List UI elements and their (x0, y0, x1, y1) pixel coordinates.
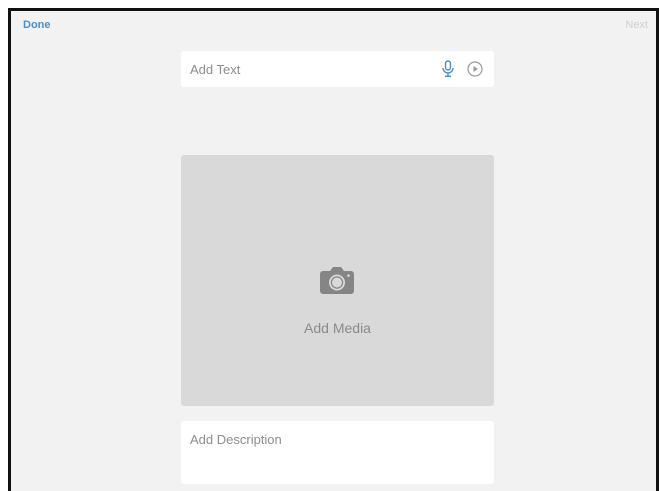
add-media-label: Add Media (304, 320, 371, 336)
editor-screen: Done Next Add Text Add Media Add Descrip… (8, 8, 659, 491)
add-media-area[interactable]: Add Media (181, 155, 494, 406)
add-description-field[interactable]: Add Description (181, 421, 494, 484)
add-description-placeholder: Add Description (190, 432, 282, 447)
play-circle-icon[interactable] (467, 61, 483, 77)
camera-icon (319, 265, 355, 295)
add-text-placeholder: Add Text (190, 62, 241, 77)
add-text-field[interactable]: Add Text (181, 51, 494, 87)
done-button[interactable]: Done (23, 19, 51, 31)
next-button[interactable]: Next (625, 19, 648, 31)
microphone-icon[interactable] (441, 60, 455, 78)
